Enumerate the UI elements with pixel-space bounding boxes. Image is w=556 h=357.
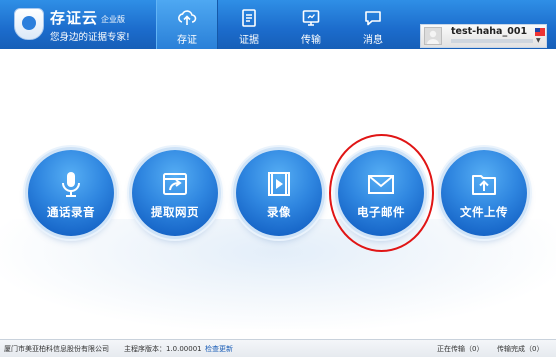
transfer-done-count[interactable]: 传输完成（0） — [497, 344, 543, 354]
app-edition: 企业版 — [101, 15, 126, 24]
flag-icon[interactable] — [535, 28, 545, 36]
call-recording-button[interactable]: 通话录音 — [28, 150, 114, 236]
file-upload-label: 文件上传 — [460, 205, 508, 219]
user-silhouette-icon — [427, 30, 439, 44]
microphone-icon — [62, 172, 80, 197]
file-upload-button[interactable]: 文件上传 — [441, 150, 527, 236]
storage-progress-bar — [451, 39, 533, 43]
tab-chuanshu-label: 传输 — [301, 35, 321, 46]
app-slogan: 您身边的证据专家! — [50, 32, 130, 43]
highlight-circle — [329, 134, 434, 252]
tab-zhengju-label: 证据 — [239, 35, 259, 46]
web-capture-button[interactable]: 提取网页 — [132, 150, 218, 236]
tab-xiaoxi[interactable]: 消息 — [342, 0, 404, 49]
transferring-count[interactable]: 正在传输（0） — [437, 344, 483, 354]
tab-xiaoxi-label: 消息 — [363, 35, 383, 46]
app-logo — [14, 8, 44, 40]
video-recording-label: 录像 — [267, 205, 291, 219]
video-recording-button[interactable]: 录像 — [236, 150, 322, 236]
tab-cunzheng[interactable]: 存证 — [156, 0, 218, 49]
tab-chuanshu[interactable]: 传输 — [280, 0, 342, 49]
app-name: 存证云 — [50, 9, 99, 27]
document-icon — [242, 9, 256, 27]
web-capture-icon — [163, 173, 187, 195]
web-capture-label: 提取网页 — [151, 205, 199, 219]
company-name: 厦门市美亚柏科信息股份有限公司 — [4, 345, 109, 353]
chat-icon — [365, 11, 381, 26]
title-bar: 存证云 企业版 您身边的证据专家! 存证 证据 传输 消息 test-haha_… — [0, 0, 556, 49]
avatar[interactable] — [424, 27, 442, 45]
chevron-down-icon[interactable]: ▼ — [536, 37, 541, 44]
tab-cunzheng-label: 存证 — [177, 35, 197, 46]
username: test-haha_001 — [451, 26, 528, 37]
status-bar: 厦门市美亚柏科信息股份有限公司 主程序版本：1.0.00001 检查更新 正在传… — [0, 339, 556, 357]
check-update-link[interactable]: 检查更新 — [205, 344, 233, 354]
video-icon — [268, 172, 290, 196]
call-recording-label: 通话录音 — [47, 205, 95, 219]
version-label: 主程序版本：1.0.00001 — [124, 345, 202, 353]
tab-zhengju[interactable]: 证据 — [218, 0, 280, 49]
folder-upload-icon — [472, 175, 496, 195]
monitor-icon — [302, 10, 320, 26]
cloud-upload-icon — [178, 10, 197, 25]
main-nav: 存证 证据 传输 消息 — [156, 0, 404, 49]
brand: 存证云 企业版 您身边的证据专家! — [50, 7, 130, 43]
